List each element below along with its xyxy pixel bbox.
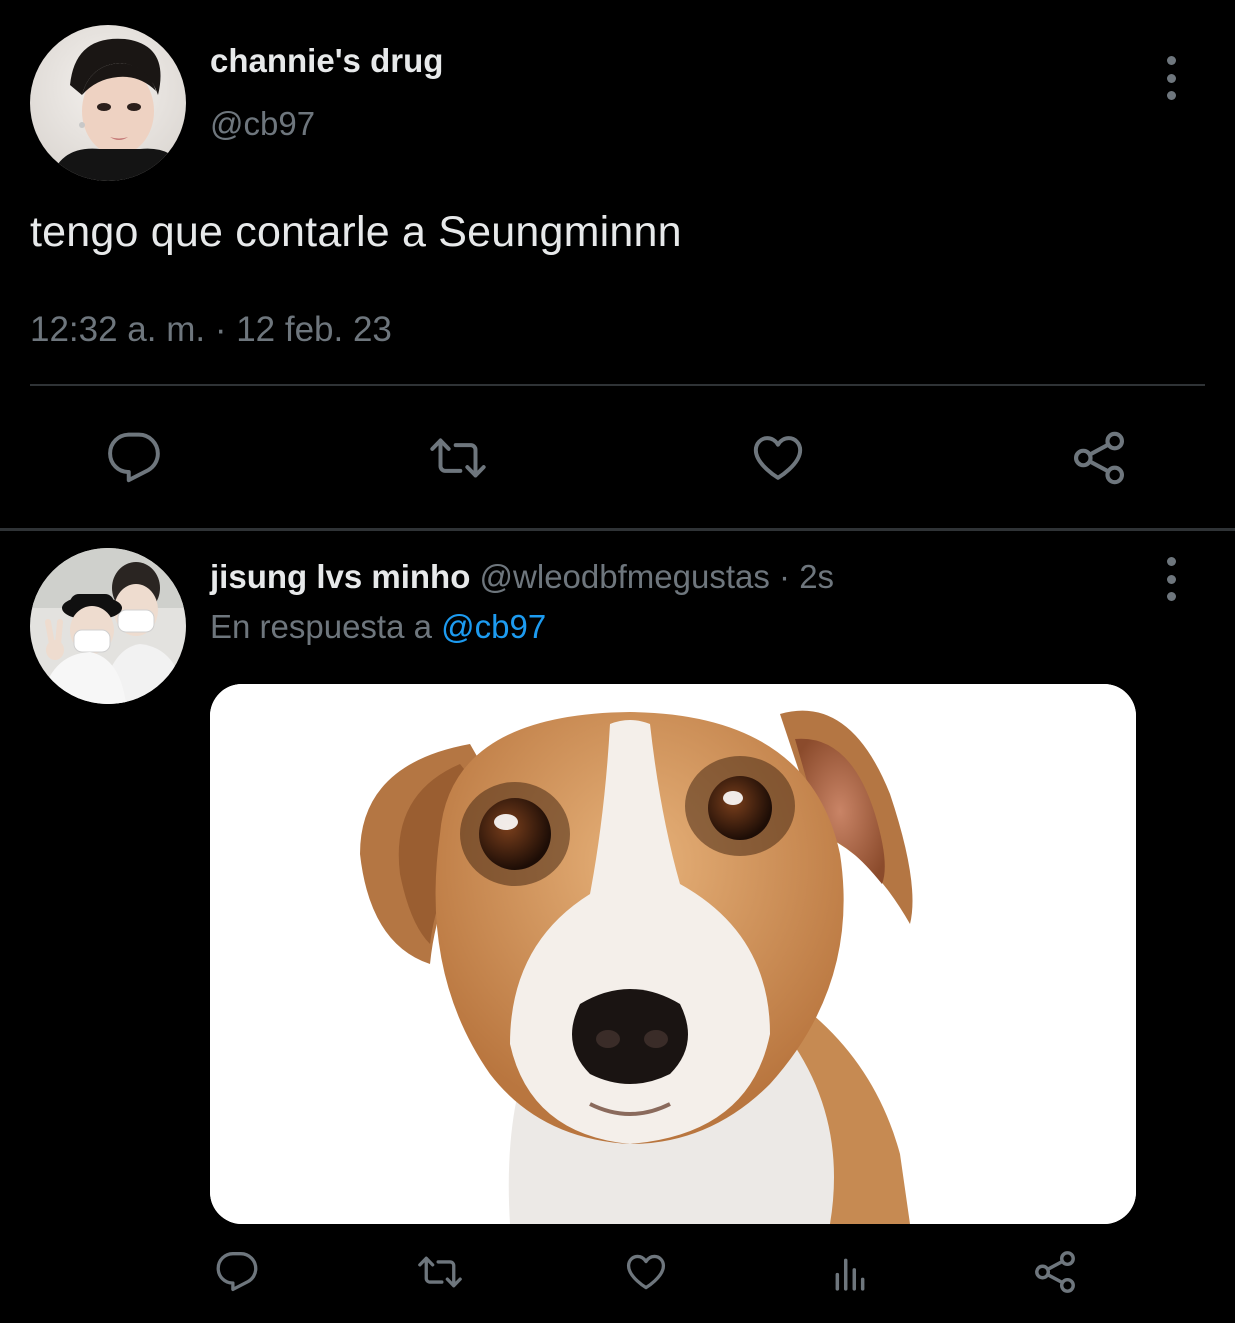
- retweet-icon: [418, 1256, 462, 1288]
- tweet-text: tengo que contarle a Seungminnn: [30, 208, 682, 256]
- display-name[interactable]: jisung lvs minho: [210, 558, 470, 595]
- relative-time[interactable]: 2s: [799, 558, 834, 595]
- avatar[interactable]: [30, 548, 186, 704]
- retweet-icon: [430, 438, 486, 478]
- avatar-photo: [30, 25, 186, 181]
- divider: [30, 384, 1205, 386]
- reply-icon: [108, 432, 160, 483]
- reply-icon: [216, 1252, 258, 1292]
- retweet-button[interactable]: [423, 428, 493, 488]
- reply-to-link[interactable]: @cb97: [441, 608, 546, 645]
- tweet-timestamp[interactable]: 12:32 a. m. · 12 feb. 23: [30, 310, 392, 350]
- retweet-button[interactable]: [412, 1248, 468, 1296]
- main-tweet: channie's drug @cb97 tengo que contarle …: [0, 0, 1235, 531]
- share-button[interactable]: [1030, 1248, 1080, 1296]
- views-icon: [835, 1258, 865, 1291]
- share-icon: [1035, 1251, 1075, 1293]
- reply-header: jisung lvs minho @wleodbfmegustas · 2s: [210, 558, 834, 596]
- more-options-icon[interactable]: [1161, 557, 1181, 601]
- like-icon: [753, 436, 803, 480]
- separator-dot: ·: [779, 558, 791, 595]
- reply-context: En respuesta a @cb97: [210, 608, 546, 646]
- avatar[interactable]: [30, 25, 186, 181]
- dog-photo: [210, 684, 1136, 1224]
- tweet-detail-page: channie's drug @cb97 tengo que contarle …: [0, 0, 1235, 1323]
- like-button[interactable]: [747, 428, 809, 488]
- share-button[interactable]: [1068, 428, 1130, 488]
- divider: [0, 528, 1235, 531]
- avatar-photo: [30, 548, 186, 704]
- reply-button[interactable]: [104, 428, 164, 488]
- like-button[interactable]: [622, 1248, 670, 1296]
- like-icon: [626, 1254, 666, 1290]
- tweet-media[interactable]: [210, 684, 1136, 1224]
- share-icon: [1073, 431, 1125, 485]
- reply-button[interactable]: [213, 1248, 261, 1296]
- reply-prefix: En respuesta a: [210, 608, 432, 645]
- views-button[interactable]: [826, 1250, 874, 1296]
- display-name[interactable]: channie's drug: [210, 42, 443, 80]
- user-handle[interactable]: @wleodbfmegustas: [480, 558, 770, 595]
- more-options-icon[interactable]: [1161, 56, 1181, 100]
- user-handle[interactable]: @cb97: [210, 105, 315, 143]
